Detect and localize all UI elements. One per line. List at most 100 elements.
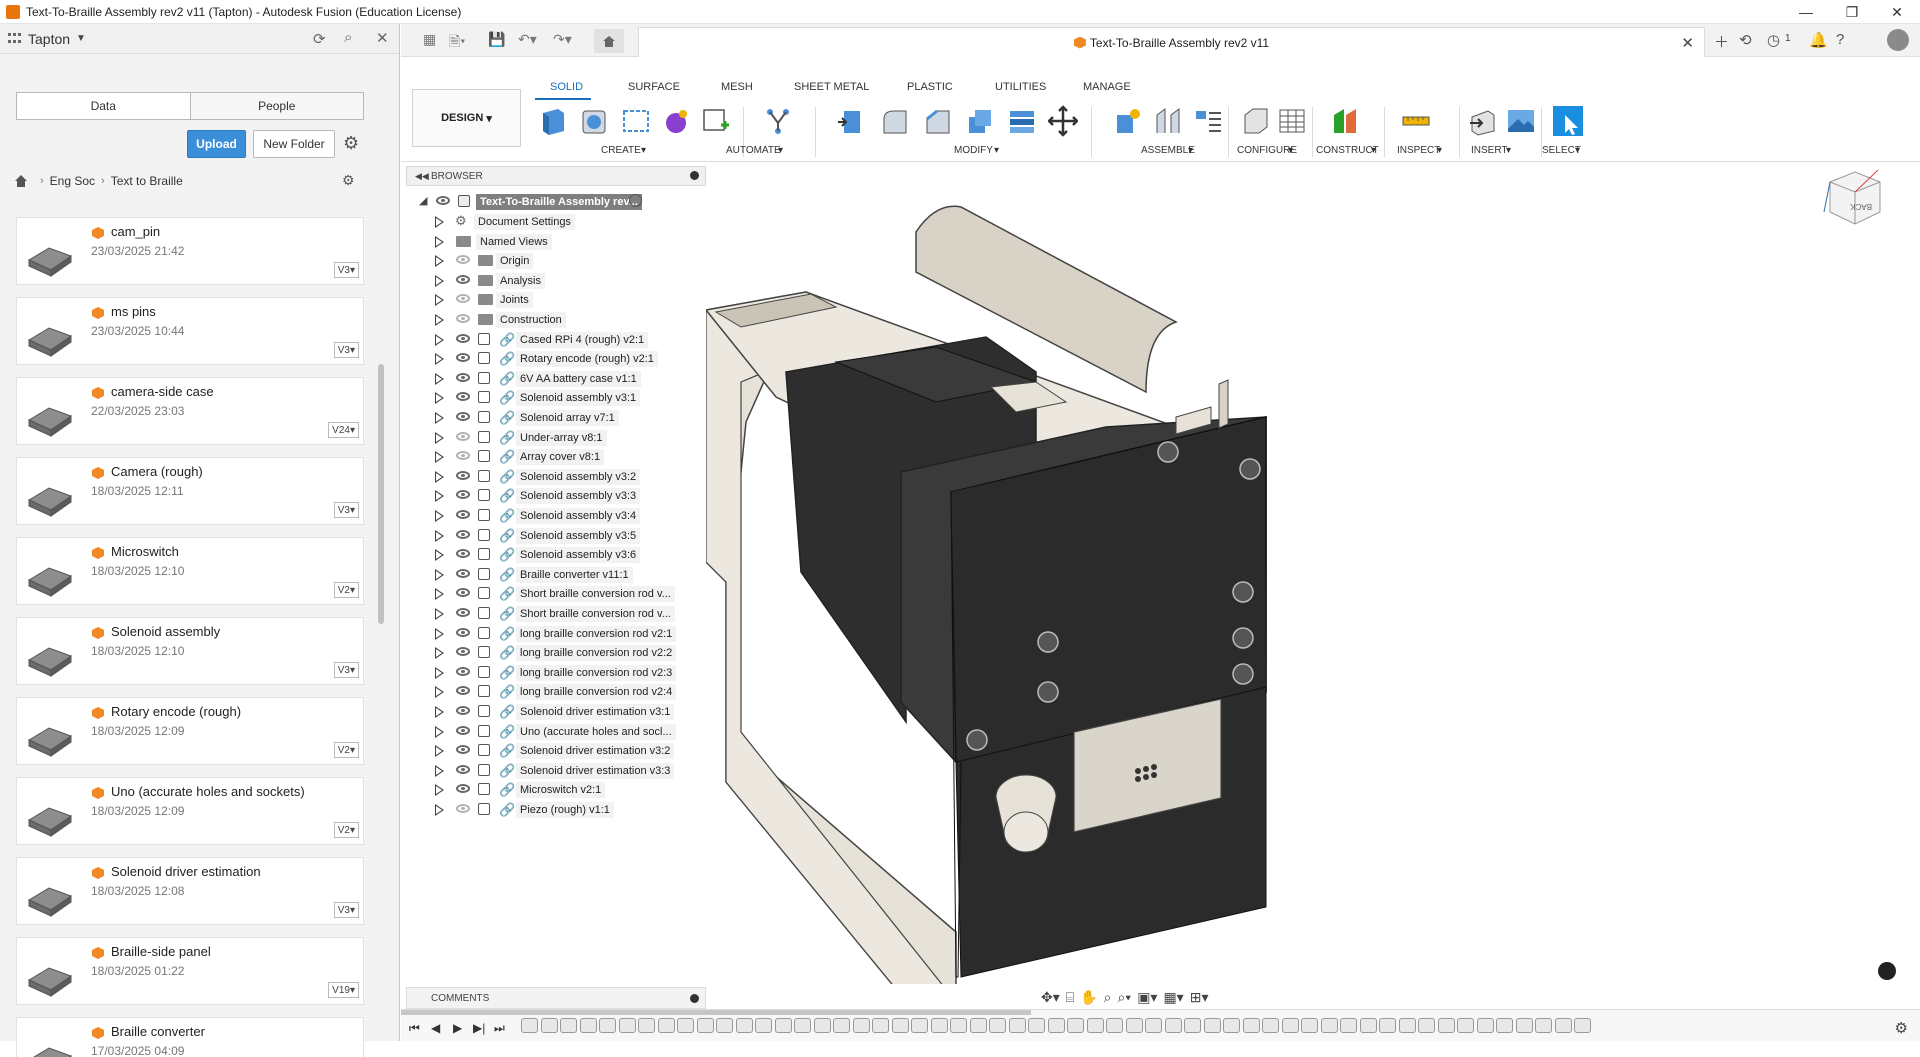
expand-triangle-icon[interactable]: [435, 764, 444, 777]
timeline-feature[interactable]: [852, 1018, 870, 1033]
browser-node[interactable]: Joints: [406, 289, 706, 309]
file-card[interactable]: Uno (accurate holes and sockets) 18/03/20…: [16, 777, 364, 845]
new-component-icon[interactable]: [538, 105, 568, 137]
visibility-eye-icon[interactable]: [456, 784, 470, 794]
expand-triangle-icon[interactable]: [435, 510, 444, 522]
timeline-feature[interactable]: [1242, 1018, 1260, 1033]
browser-node[interactable]: 🔗 Array cover v8:1: [406, 446, 706, 466]
timeline-feature[interactable]: [521, 1018, 538, 1033]
browser-node[interactable]: 🔗 Solenoid assembly v3:2: [406, 466, 706, 486]
press-pull-icon[interactable]: [836, 105, 866, 137]
expand-triangle-icon[interactable]: [435, 725, 444, 738]
visibility-eye-icon[interactable]: [436, 196, 450, 205]
go-to-end-icon[interactable]: ⏭: [494, 1021, 505, 1036]
expand-triangle-icon[interactable]: [435, 588, 444, 601]
browser-node-label[interactable]: Uno (accurate holes and socl...: [516, 723, 676, 740]
browser-node-label[interactable]: Braille converter v11:1: [516, 566, 633, 583]
timeline-feature[interactable]: [1574, 1018, 1591, 1033]
visibility-eye-icon[interactable]: [456, 666, 470, 676]
visibility-eye-icon[interactable]: [456, 353, 470, 363]
browser-node[interactable]: 🔗 Solenoid assembly v3:4: [406, 505, 706, 525]
visibility-eye-icon[interactable]: [456, 451, 470, 461]
expand-triangle-icon[interactable]: [435, 706, 444, 718]
browser-node-label[interactable]: Solenoid assembly v3:4: [516, 508, 641, 524]
document-tab[interactable]: Text-To-Braille Assembly rev2 v11 ✕: [638, 27, 1705, 57]
browser-node-label[interactable]: Solenoid assembly v3:2: [516, 468, 641, 485]
automate-menu-caret[interactable]: ▾: [778, 145, 783, 156]
breadcrumb-eng-soc[interactable]: Eng Soc: [50, 174, 95, 188]
extrude-icon[interactable]: [579, 105, 609, 137]
timeline-feature[interactable]: [1067, 1018, 1084, 1033]
file-card[interactable]: camera-side case 22/03/2025 23:03 V24 ▾: [16, 377, 364, 445]
expand-triangle-icon[interactable]: [435, 784, 444, 797]
timeline-feature[interactable]: [930, 1018, 948, 1033]
help-icon[interactable]: ?: [1836, 31, 1844, 48]
new-folder-button[interactable]: New Folder: [253, 130, 335, 158]
orbit-icon[interactable]: ✥▾: [1041, 989, 1060, 1006]
tab-mesh[interactable]: MESH: [721, 81, 753, 93]
browser-node-label[interactable]: 6V AA battery case v1:1: [516, 370, 641, 387]
expand-triangle-icon[interactable]: [435, 647, 444, 660]
configure-menu-caret[interactable]: ▾: [1288, 145, 1293, 156]
tab-plastic[interactable]: PLASTIC: [907, 81, 953, 93]
file-name[interactable]: Braille converter: [111, 1024, 205, 1039]
timeline-feature[interactable]: [1028, 1018, 1045, 1033]
upload-button[interactable]: Upload: [187, 130, 246, 158]
select-menu-caret[interactable]: ▾: [1575, 145, 1580, 156]
expand-triangle-icon[interactable]: [435, 274, 444, 287]
file-name[interactable]: Solenoid driver estimation: [111, 864, 261, 879]
visibility-eye-icon[interactable]: [456, 686, 470, 696]
visibility-eye-icon[interactable]: [456, 627, 470, 637]
browser-node[interactable]: 🔗 Solenoid driver estimation v3:3: [406, 760, 706, 780]
expand-triangle-icon[interactable]: [435, 608, 444, 620]
expand-triangle-icon[interactable]: [435, 255, 444, 268]
visibility-eye-icon[interactable]: [456, 745, 470, 755]
file-name[interactable]: Solenoid assembly: [111, 624, 220, 639]
timeline-feature[interactable]: [1457, 1018, 1474, 1033]
expand-triangle-icon[interactable]: [435, 627, 444, 640]
expand-triangle-icon[interactable]: [435, 333, 444, 346]
file-card[interactable]: Rotary encode (rough) 18/03/2025 12:09 V2 ▾: [16, 697, 364, 765]
undo-icon[interactable]: ↶▾: [518, 31, 537, 48]
chamfer-icon[interactable]: [923, 105, 953, 137]
expand-triangle-icon[interactable]: [435, 314, 444, 326]
browser-node-label[interactable]: Short braille conversion rod v...: [516, 606, 675, 622]
browser-node-label[interactable]: Solenoid array v7:1: [516, 410, 619, 426]
create-menu[interactable]: CREATE: [601, 145, 641, 156]
timeline-feature[interactable]: [1301, 1018, 1318, 1033]
browser-node[interactable]: 🔗 Braille converter v11:1: [406, 564, 706, 584]
tab-manage[interactable]: MANAGE: [1083, 81, 1131, 93]
inspect-menu[interactable]: INSPECT: [1397, 145, 1440, 156]
browser-node-label[interactable]: Rotary encode (rough) v2:1: [516, 351, 658, 368]
step-forward-icon[interactable]: ▶|: [473, 1021, 485, 1035]
as-built-joint-icon[interactable]: [1193, 105, 1223, 137]
notifications-icon[interactable]: 🔔: [1809, 31, 1828, 49]
zoom-icon[interactable]: ⌕: [1104, 989, 1112, 1006]
refresh-icon[interactable]: ⟳: [313, 30, 326, 48]
browser-node[interactable]: 🔗 long braille conversion rod v2:4: [406, 681, 706, 701]
automate-menu[interactable]: AUTOMATE: [726, 145, 781, 156]
timeline-feature[interactable]: [1086, 1018, 1104, 1033]
timeline-feature[interactable]: [911, 1018, 928, 1033]
tab-sheet-metal[interactable]: SHEET METAL: [794, 81, 869, 93]
browser-node[interactable]: 🔗 Microswitch v2:1: [406, 779, 706, 799]
look-at-icon[interactable]: ⌸: [1066, 989, 1074, 1006]
timeline-feature[interactable]: [735, 1018, 753, 1033]
timeline-feature[interactable]: [696, 1018, 714, 1033]
tab-solid[interactable]: SOLID: [550, 81, 583, 93]
browser-node-label[interactable]: Array cover v8:1: [516, 449, 605, 466]
file-name[interactable]: cam_pin: [111, 224, 160, 239]
close-window-button[interactable]: ✕: [1874, 0, 1920, 24]
timeline-feature[interactable]: [677, 1018, 694, 1033]
form-icon[interactable]: [661, 105, 691, 137]
home-tab[interactable]: [594, 29, 624, 53]
insert-menu-caret[interactable]: ▾: [1506, 145, 1511, 156]
browser-node[interactable]: 🔗 Solenoid assembly v3:6: [406, 544, 706, 564]
version-badge[interactable]: V19 ▾: [328, 982, 359, 998]
visibility-eye-icon[interactable]: [456, 568, 470, 578]
timeline-feature[interactable]: [716, 1018, 733, 1033]
browser-node[interactable]: 🔗 Under-array v8:1: [406, 427, 706, 447]
file-card[interactable]: Camera (rough) 18/03/2025 12:11 V3 ▾: [16, 457, 364, 525]
expand-triangle-icon[interactable]: [435, 549, 444, 562]
file-name[interactable]: camera-side case: [111, 384, 214, 399]
